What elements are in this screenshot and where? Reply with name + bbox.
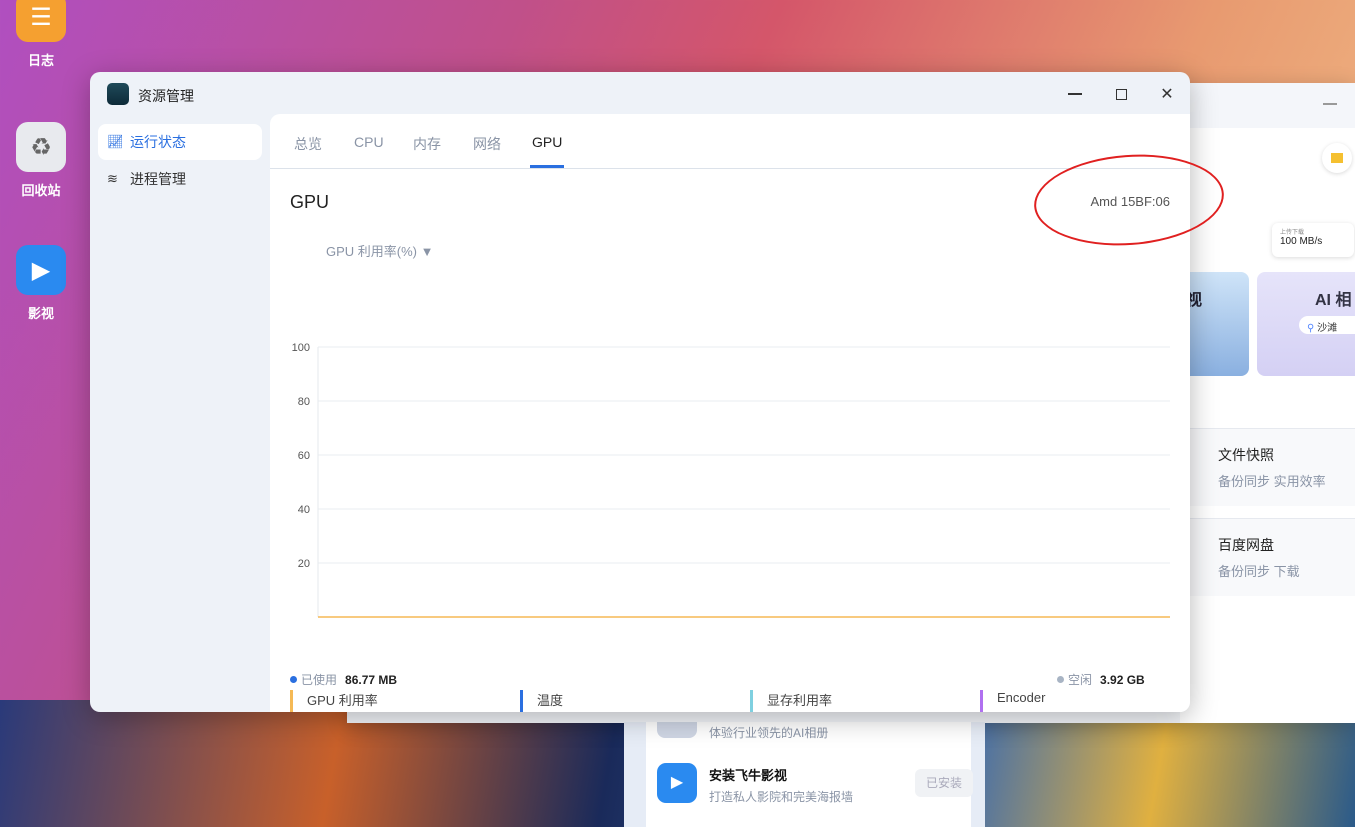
title-bar[interactable]: 资源管理 ✕: [90, 72, 1190, 116]
sidebar-item-label: 运行状态: [130, 134, 186, 150]
install-subtitle: 打造私人影院和完美海报墙: [709, 790, 854, 804]
stat-label: 显存利用率: [767, 693, 833, 708]
y-tick-label: 40: [298, 504, 310, 516]
y-tick-label: 80: [298, 396, 310, 408]
close-icon: ✕: [1160, 86, 1174, 103]
video-app-icon: ▶: [657, 763, 697, 803]
y-tick-label: 20: [298, 558, 310, 570]
item-subtitle: 备份同步 实用效率: [1218, 474, 1326, 489]
stat-label: GPU 利用率: [307, 693, 378, 708]
free-label: 空闲: [1068, 673, 1093, 687]
folder-icon: [1331, 153, 1343, 163]
used-value: 86.77 MB: [345, 672, 398, 687]
item-subtitle: 备份同步 下载: [1218, 564, 1300, 579]
chart-line-icon: 📈︎: [107, 134, 124, 149]
card-title: AI 相: [1315, 292, 1352, 309]
ai-album-subtitle: 体验行业领先的AI相册: [709, 726, 829, 740]
recycle-icon: ♻: [16, 122, 66, 172]
desktop-icon-log[interactable]: ☰ 日志: [16, 0, 66, 69]
sidebar: 📈︎ 运行状态 ≋ 进程管理: [98, 124, 262, 198]
sidebar-item-label: 进程管理: [130, 171, 186, 187]
desktop-icon-recycle-bin[interactable]: ♻ 回收站: [16, 122, 66, 199]
maximize-icon: [1115, 88, 1127, 100]
stat-value: 0%: [997, 711, 1045, 712]
minimize-icon[interactable]: [1323, 103, 1337, 105]
window-title: 资源管理: [138, 88, 194, 104]
free-value: 3.92 GB: [1100, 672, 1145, 687]
maximize-button[interactable]: [1108, 82, 1134, 106]
video-card[interactable]: 视: [1180, 272, 1249, 376]
install-title: 安装飞牛影视: [709, 768, 788, 783]
search-icon: ⚲: [1307, 323, 1318, 334]
stat-card: 显存利用率2%: [750, 690, 832, 712]
resource-monitor-icon: [107, 83, 129, 105]
minimize-icon: [1068, 93, 1082, 95]
app-install-panel: 体验行业领先的AI相册 ▶ 安装飞牛影视 打造私人影院和完美海报墙 已安装: [624, 722, 985, 827]
speed-caption: 上传下载: [1280, 230, 1305, 236]
installed-button[interactable]: 已安装: [915, 769, 973, 797]
memory-used: 已使用 86.77 MB: [290, 671, 397, 688]
list-item[interactable]: 百度网盘备份同步 下载: [1180, 518, 1355, 596]
stat-card: Encoder 0%: [980, 690, 1045, 712]
desktop-icon-label: 日志: [27, 53, 54, 68]
search-chip: 沙滩: [1317, 323, 1338, 334]
list-item[interactable]: 文件快照备份同步 实用效率: [1180, 428, 1355, 506]
stat-card: 温度31°C: [520, 690, 579, 712]
desktop-icon-video[interactable]: ▶ 影视: [16, 245, 66, 322]
ai-album-card[interactable]: AI 相 ⚲ 沙滩: [1257, 272, 1355, 376]
stat-card: GPU 利用率0%: [290, 690, 378, 712]
resource-manager-window: 资源管理 ✕ 📈︎ 运行状态 ≋ 进程管理 总览 CPU 内存 网络 GPU GPU…: [90, 72, 1190, 712]
item-title: 文件快照: [1218, 447, 1274, 463]
desktop-icon-label: 影视: [27, 306, 54, 321]
layers-icon: ≋: [107, 171, 118, 186]
free-dot-icon: [1057, 676, 1064, 683]
close-button[interactable]: ✕: [1154, 82, 1180, 106]
sidebar-item-processes[interactable]: ≋ 进程管理: [98, 161, 262, 197]
minimize-button[interactable]: [1062, 82, 1088, 106]
speed-card: 上传下载 100 MB/s: [1272, 223, 1354, 257]
stat-label: 温度: [537, 693, 564, 708]
ai-album-icon: [657, 722, 697, 738]
stat-label: Encoder: [997, 690, 1046, 705]
item-title: 百度网盘: [1218, 537, 1274, 553]
speed-value: 100 MB/s: [1280, 236, 1323, 247]
used-label: 已使用: [301, 673, 338, 687]
sidebar-item-status[interactable]: 📈︎ 运行状态: [98, 124, 262, 160]
desktop-icon-label: 回收站: [21, 183, 61, 198]
log-icon: ☰: [16, 0, 66, 42]
y-tick-label: 60: [298, 450, 310, 462]
y-tick-label: 100: [292, 342, 310, 354]
video-icon: ▶: [16, 245, 66, 295]
memory-free: 空闲 3.92 GB: [1057, 671, 1145, 688]
used-dot-icon: [290, 676, 297, 683]
